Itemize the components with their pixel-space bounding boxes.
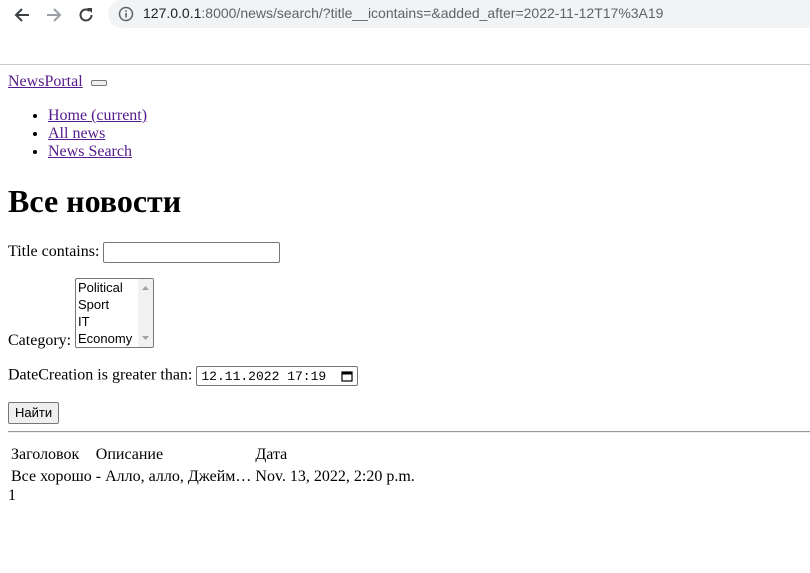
url-text[interactable]: 127.0.0.1:8000/news/search/?title__icont… bbox=[143, 5, 663, 21]
category-select[interactable]: Political Sport IT Economy bbox=[75, 278, 154, 348]
cell-date: Nov. 13, 2022, 2:20 p.m. bbox=[255, 468, 415, 485]
page-title: Все новости bbox=[8, 183, 182, 219]
title-filter-label: Title contains: bbox=[8, 243, 100, 261]
nav-menu: Home (current) All news News Search bbox=[0, 107, 147, 161]
divider bbox=[8, 431, 810, 433]
nav-item-home: Home (current) bbox=[48, 107, 147, 125]
browser-toolbar: 127.0.0.1:8000/news/search/?title__icont… bbox=[0, 0, 810, 65]
category-label: Category: bbox=[8, 332, 72, 349]
date-value: 12.11.2022 17:19 bbox=[201, 369, 327, 384]
cell-description: - Алло, алло, Джейм… bbox=[95, 468, 252, 485]
forward-button[interactable] bbox=[42, 3, 66, 27]
title-filter-row: Title contains: bbox=[8, 242, 281, 263]
url-path: :8000/news/search/?title__icontains=&add… bbox=[201, 5, 664, 21]
date-filter-label: DateCreation is greater than: bbox=[8, 366, 193, 384]
pagination-current: 1 bbox=[8, 487, 16, 504]
navbar: NewsPortal bbox=[8, 73, 107, 91]
nav-link-news-search[interactable]: News Search bbox=[48, 143, 132, 160]
table-header-row: Заголовок Описание Дата bbox=[10, 445, 416, 465]
url-host: 127.0.0.1 bbox=[143, 5, 202, 21]
header-date: Дата bbox=[255, 446, 288, 463]
category-scrollbar[interactable] bbox=[138, 279, 153, 347]
nav-link-home[interactable]: Home (current) bbox=[48, 107, 147, 124]
scroll-arrows-icon bbox=[142, 286, 149, 340]
brand-link[interactable]: NewsPortal bbox=[8, 73, 83, 90]
header-description: Описание bbox=[95, 446, 164, 463]
news-table: Заголовок Описание Дата Все хорошо - Алл… bbox=[8, 443, 418, 489]
nav-item-all-news: All news bbox=[48, 125, 147, 143]
reload-button[interactable] bbox=[74, 3, 98, 27]
table-row: Все хорошо - Алло, алло, Джейм… Nov. 13,… bbox=[10, 467, 416, 487]
back-arrow-icon bbox=[14, 8, 29, 22]
header-title: Заголовок bbox=[11, 446, 80, 463]
cell-title: Все хорошо bbox=[11, 468, 92, 485]
reload-icon bbox=[79, 8, 93, 22]
date-input[interactable]: 12.11.2022 17:19 bbox=[196, 366, 359, 386]
date-filter-row: DateCreation is greater than: 12.11.2022… bbox=[8, 366, 359, 386]
info-icon[interactable] bbox=[118, 6, 134, 22]
back-button[interactable] bbox=[10, 3, 34, 27]
title-contains-input[interactable] bbox=[103, 242, 281, 263]
forward-arrow-icon bbox=[47, 8, 62, 22]
search-button[interactable]: Найти bbox=[8, 402, 60, 424]
navbar-toggle-button[interactable] bbox=[90, 80, 107, 86]
address-bar[interactable]: 127.0.0.1:8000/news/search/?title__icont… bbox=[108, 0, 810, 28]
calendar-icon[interactable] bbox=[341, 370, 353, 382]
nav-item-news-search: News Search bbox=[48, 143, 147, 161]
nav-link-all-news[interactable]: All news bbox=[48, 125, 105, 142]
